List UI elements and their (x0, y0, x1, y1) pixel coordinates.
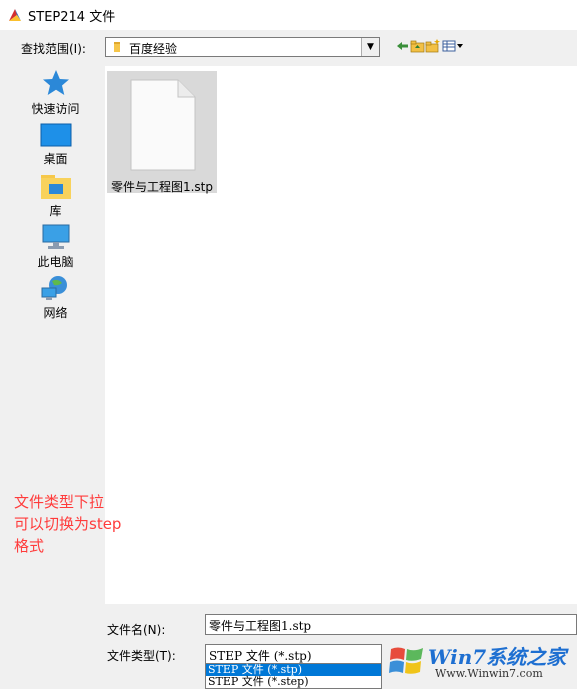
star-icon (42, 70, 69, 95)
document-icon (130, 79, 196, 171)
up-folder-icon[interactable] (410, 38, 426, 54)
watermark-brand: Win7系统之家 (428, 645, 567, 669)
lookin-value: 百度经验 (129, 42, 178, 56)
watermark-url: Www.Winwin7.com (435, 667, 543, 680)
filename-label: 文件名(N): (107, 623, 166, 637)
place-label: 网络 (43, 306, 68, 320)
windows-logo-icon (389, 647, 423, 674)
view-menu-icon[interactable] (442, 38, 466, 54)
watermark: Win7系统之家 Www.Winwin7.com (383, 637, 577, 689)
chevron-down-icon[interactable]: ▼ (361, 38, 379, 56)
filetype-label: 文件类型(T): (107, 649, 176, 663)
folder-icon (114, 42, 120, 52)
place-label: 此电脑 (37, 255, 74, 269)
file-list[interactable]: 零件与工程图1.stp (105, 66, 577, 604)
library-icon (40, 175, 71, 199)
place-desktop[interactable]: 桌面 (7, 122, 104, 167)
annotation-line: 格式 (14, 537, 45, 555)
annotation-note: 文件类型下拉 可以切换为step 格式 (14, 491, 154, 557)
window-title: STEP214 文件 (28, 9, 116, 25)
place-label: 库 (49, 204, 62, 218)
file-name: 零件与工程图1.stp (110, 180, 214, 194)
place-this-pc[interactable]: 此电脑 (7, 223, 104, 270)
computer-icon (42, 224, 69, 249)
new-folder-icon[interactable] (425, 38, 441, 54)
place-label: 桌面 (43, 152, 68, 166)
place-network[interactable]: 网络 (7, 274, 104, 321)
place-quick-access[interactable]: 快速访问 (7, 68, 104, 117)
network-icon (41, 276, 67, 300)
place-library[interactable]: 库 (7, 172, 104, 219)
annotation-line: 可以切换为step (14, 515, 122, 533)
filename-input[interactable]: 零件与工程图1.stp (205, 614, 577, 635)
back-icon[interactable] (395, 38, 411, 54)
filetype-option[interactable]: STEP 文件 (*.step) (206, 676, 381, 688)
filetype-dropdown[interactable]: STEP 文件 (*.stp) (205, 644, 382, 664)
lookin-dropdown[interactable]: 百度经验 ▼ (105, 37, 380, 57)
filetype-options[interactable]: STEP 文件 (*.stp) STEP 文件 (*.step) (205, 663, 382, 689)
title-bar: STEP214 文件 (0, 0, 577, 30)
lookin-label: 查找范围(I): (21, 42, 86, 56)
annotation-line: 文件类型下拉 (14, 493, 105, 511)
place-label: 快速访问 (31, 102, 80, 116)
desktop-icon (40, 123, 71, 147)
file-item[interactable]: 零件与工程图1.stp (107, 71, 217, 194)
app-logo-icon (9, 9, 21, 21)
